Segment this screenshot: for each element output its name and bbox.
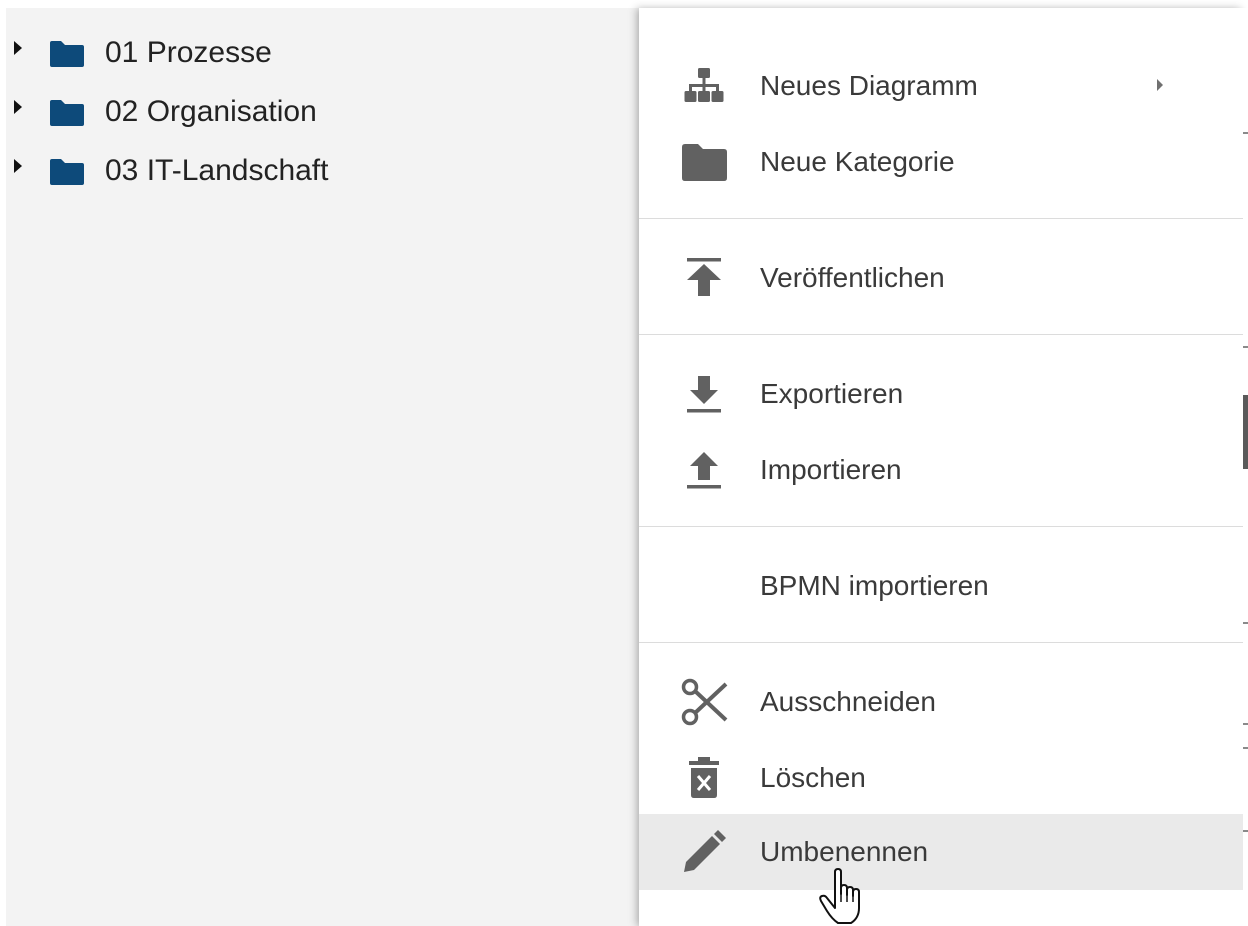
category-tree-panel: 01 Prozesse 02 Organisation 03 IT-Landsc… [6,8,639,926]
chevron-right-icon [1157,79,1163,91]
sitemap-icon [677,64,731,108]
menu-divider [639,334,1243,335]
caret-right-icon[interactable] [14,41,22,55]
menu-item-new-category[interactable]: Neue Kategorie [639,124,1243,200]
edge-tick [1243,346,1248,348]
menu-item-label: Umbenennen [760,836,929,867]
edge-scroll-handle [1243,395,1248,469]
menu-item-new-diagram[interactable]: Neues Diagramm [639,48,1243,124]
folder-icon [50,100,84,126]
context-menu: Neues Diagramm Neue Kategorie Veröffentl… [639,8,1243,926]
menu-divider [639,526,1243,527]
tree-item-label: 02 Organisation [105,95,317,128]
menu-item-rename[interactable]: Umbenennen [639,814,1243,890]
edge-tick [1243,830,1248,832]
menu-item-label: Löschen [760,762,866,793]
tree-item-label: 03 IT-Landschaft [105,154,329,187]
edge-tick [1243,723,1248,725]
caret-right-icon[interactable] [14,159,22,173]
menu-item-label: Neue Kategorie [760,146,955,177]
menu-item-label: Importieren [760,454,902,485]
edge-tick [1243,747,1248,749]
pencil-icon [677,830,731,874]
menu-item-label: Ausschneiden [760,686,936,717]
trash-icon [677,756,731,800]
caret-right-icon[interactable] [14,100,22,114]
menu-divider [639,218,1243,219]
folder-icon [50,41,84,67]
folder-icon [50,159,84,185]
tree-item-label: 01 Prozesse [105,36,272,69]
edge-tick [1243,132,1248,134]
publish-icon [677,256,731,300]
folder-icon [677,140,731,184]
scissors-icon [677,678,731,726]
edge-tick [1243,622,1248,624]
menu-item-label: Veröffentlichen [760,262,945,293]
menu-item-label: BPMN importieren [760,570,989,601]
download-icon [677,372,731,416]
menu-item-label: Exportieren [760,378,904,409]
menu-item-publish[interactable]: Veröffentlichen [639,240,1243,316]
menu-item-label: Neues Diagramm [760,70,978,101]
menu-item-export[interactable]: Exportieren [639,356,1243,432]
menu-item-bpmn-import[interactable]: BPMN importieren [639,548,1243,624]
menu-item-delete[interactable]: Löschen [639,740,1243,816]
menu-item-cut[interactable]: Ausschneiden [639,664,1243,740]
upload-icon [677,448,731,492]
menu-item-import[interactable]: Importieren [639,432,1243,508]
menu-divider [639,642,1243,643]
